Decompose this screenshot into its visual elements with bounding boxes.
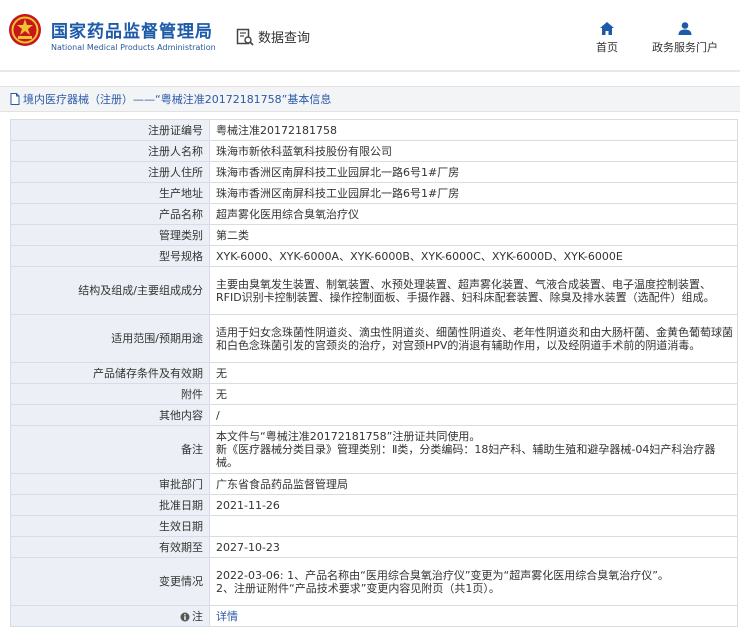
row-value: 2027-10-23 [209,536,738,558]
document-search-icon [236,28,254,46]
breadcrumb-text: 境内医疗器械（注册）——“粤械注准20172181758”基本信息 [23,93,332,106]
row-value: 粤械注准20172181758 [209,119,738,141]
row-value: 无 [209,383,738,405]
details-link[interactable]: 详情 [216,610,238,623]
table-row: 其他内容 / [10,404,738,426]
row-value: 2022-03-06: 1、产品名称由“医用综合臭氧治疗仪”变更为“超声雾化医用… [209,557,738,606]
row-value: 无 [209,362,738,384]
row-value: 珠海市香洲区南屏科技工业园屏北一路6号1#厂房 [209,161,738,183]
row-label: 适用范围/预期用途 [10,314,210,363]
table-row: 结构及组成/主要组成成分 主要由臭氧发生装置、制氧装置、水预处理装置、超声雾化装… [10,266,738,315]
row-label: 备注 [10,425,210,474]
note-label: 注 [192,609,203,623]
table-row: 型号规格 XYK-6000、XYK-6000A、XYK-6000B、XYK-60… [10,245,738,267]
row-label: 产品名称 [10,203,210,225]
row-value [209,515,738,537]
row-value: 第二类 [209,224,738,246]
registration-info-table: 注册证编号 粤械注准20172181758 注册人名称 珠海市新依科蓝氧科技股份… [10,119,738,627]
row-label: 管理类别 [10,224,210,246]
site-title-en: National Medical Products Administration [51,43,216,52]
row-label: 变更情况 [10,557,210,606]
nav-home-label: 首页 [596,41,618,54]
row-label: 生产地址 [10,182,210,204]
row-label: 注 [10,605,210,627]
table-row: 变更情况 2022-03-06: 1、产品名称由“医用综合臭氧治疗仪”变更为“超… [10,557,738,606]
row-value: 广东省食品药品监督管理局 [209,473,738,495]
row-label: 附件 [10,383,210,405]
row-label: 生效日期 [10,515,210,537]
table-row: 注 详情 [10,605,738,627]
data-query-link[interactable]: 数据查询 [236,27,310,46]
nav-home[interactable]: 首页 [596,22,618,55]
row-label: 审批部门 [10,473,210,495]
nav-service-portal[interactable]: 政务服务门户 [652,22,718,55]
table-row: 附件 无 [10,383,738,405]
row-label: 注册人住所 [10,161,210,183]
table-row: 产品名称 超声雾化医用综合臭氧治疗仪 [10,203,738,225]
site-title[interactable]: 国家药品监督管理局 [51,17,213,42]
row-label: 批准日期 [10,494,210,516]
row-value: 珠海市香洲区南屏科技工业园屏北一路6号1#厂房 [209,182,738,204]
row-label: 注册证编号 [10,119,210,141]
nav-service-portal-label: 政务服务门户 [652,41,718,54]
breadcrumb: 境内医疗器械（注册）——“粤械注准20172181758”基本信息 [0,86,740,112]
table-row: 生效日期 [10,515,738,537]
table-row: 注册证编号 粤械注准20172181758 [10,119,738,141]
row-label: 其他内容 [10,404,210,426]
table-row: 有效期至 2027-10-23 [10,536,738,558]
site-header: 国家药品监督管理局 National Medical Products Admi… [0,0,740,70]
row-value: 2021-11-26 [209,494,738,516]
table-row: 管理类别 第二类 [10,224,738,246]
row-value: / [209,404,738,426]
row-value: XYK-6000、XYK-6000A、XYK-6000B、XYK-6000C、X… [209,245,738,267]
table-row: 注册人住所 珠海市香洲区南屏科技工业园屏北一路6号1#厂房 [10,161,738,183]
row-label: 型号规格 [10,245,210,267]
table-row: 注册人名称 珠海市新依科蓝氧科技股份有限公司 [10,140,738,162]
national-emblem-icon [9,14,41,46]
table-row: 产品储存条件及有效期 无 [10,362,738,384]
row-value: 珠海市新依科蓝氧科技股份有限公司 [209,140,738,162]
user-icon [678,22,692,35]
row-label: 注册人名称 [10,140,210,162]
header-divider [0,70,740,72]
row-value: 适用于妇女念珠菌性阴道炎、滴虫性阴道炎、细菌性阴道炎、老年性阴道炎和由大肠杆菌、… [209,314,738,363]
row-value: 本文件与“粤械注准20172181758”注册证共同使用。 新《医疗器械分类目录… [209,425,738,474]
table-row: 适用范围/预期用途 适用于妇女念珠菌性阴道炎、滴虫性阴道炎、细菌性阴道炎、老年性… [10,314,738,363]
table-row: 备注 本文件与“粤械注准20172181758”注册证共同使用。 新《医疗器械分… [10,425,738,474]
row-label: 结构及组成/主要组成成分 [10,266,210,315]
data-query-label: 数据查询 [258,31,311,46]
row-value: 超声雾化医用综合臭氧治疗仪 [209,203,738,225]
row-value: 详情 [209,605,738,627]
row-label: 产品储存条件及有效期 [10,362,210,384]
row-value: 主要由臭氧发生装置、制氧装置、水预处理装置、超声雾化装置、气液合成装置、电子温度… [209,266,738,315]
table-row: 批准日期 2021-11-26 [10,494,738,516]
table-row: 生产地址 珠海市香洲区南屏科技工业园屏北一路6号1#厂房 [10,182,738,204]
home-icon [600,22,614,35]
document-icon [10,93,20,105]
note-icon [180,612,190,621]
row-label: 有效期至 [10,536,210,558]
table-row: 审批部门 广东省食品药品监督管理局 [10,473,738,495]
